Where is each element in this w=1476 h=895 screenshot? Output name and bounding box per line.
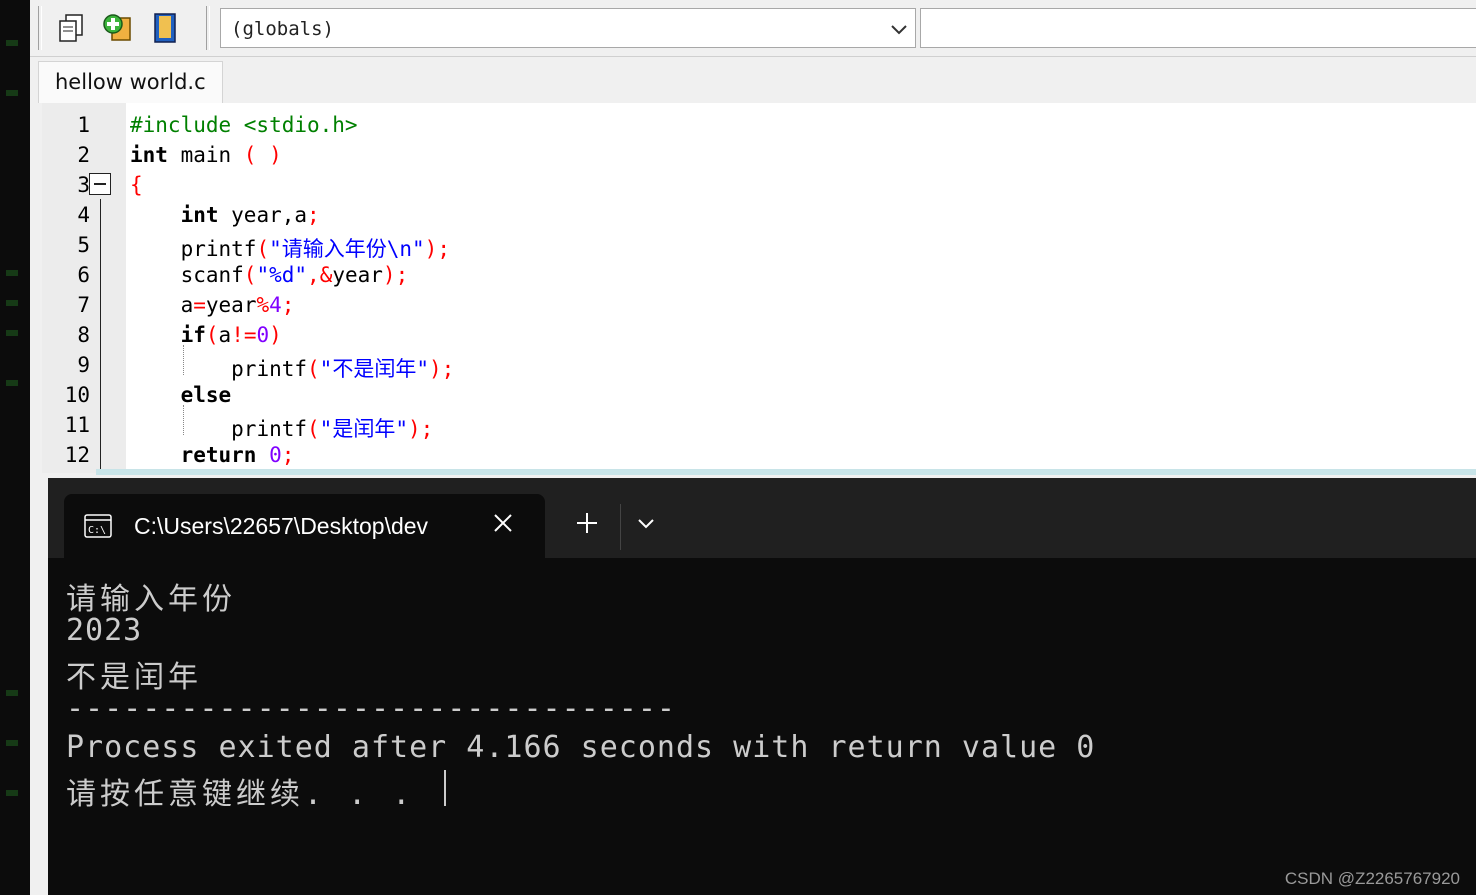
chevron-down-icon[interactable] [889,19,909,39]
output-line: 2023 [66,613,143,648]
line-number: 9 [77,353,90,377]
line-number-gutter: 1 2 3 4 5 6 7 8 9 10 11 12 [42,103,126,473]
add-file-icon[interactable] [102,12,132,44]
code-line: int main ( ) [130,143,282,167]
line-number: 5 [77,233,90,257]
line-number: 10 [64,383,90,407]
output-line: 不是闰年 [66,660,202,695]
code-line: int year,a; [180,203,320,227]
output-line: -------------------------------- [66,691,676,726]
close-icon[interactable] [492,512,514,534]
code-editor[interactable]: 1 2 3 4 5 6 7 8 9 10 11 12 #include <std… [42,103,1476,473]
new-tab-icon[interactable] [576,512,598,534]
line-number: 11 [64,413,90,437]
terminal-output[interactable]: 请输入年份 2023 不是闰年 ------------------------… [48,558,1476,895]
copy-icon[interactable] [56,12,86,44]
line-number: 4 [77,203,90,227]
members-dropdown[interactable] [920,8,1476,48]
current-line-highlight [96,469,1476,475]
bookmark-icon[interactable] [150,12,180,44]
code-line: else [180,383,232,407]
toolbar-separator [206,6,210,50]
text-cursor [444,770,446,806]
code-line: scanf("%d",&year); [180,263,409,287]
svg-text:C:\: C:\ [88,525,106,536]
toolbar: (globals) [30,0,1476,57]
line-number: 12 [64,443,90,467]
output-line: 请按任意键继续. . . [66,777,415,812]
line-number: 8 [77,323,90,347]
code-line: a=year%4; [180,293,295,317]
code-line: if(a!=0) [180,323,282,347]
code-line: return 0; [180,443,295,467]
background-window-strip [0,0,30,895]
terminal-title: C:\Users\22657\Desktop\dev [134,513,429,539]
output-line: 请输入年份 [66,582,236,617]
editor-tabbar: hellow world.c [30,57,1476,103]
code-line: printf("是闰年"); [231,417,434,441]
code-line: #include <stdio.h> [130,113,358,137]
line-number: 2 [77,143,90,167]
code-line: { [130,173,143,197]
terminal-window: C:\ C:\Users\22657\Desktop\dev 请输入年份 202… [48,478,1476,895]
terminal-tabbar: C:\ C:\Users\22657\Desktop\dev [48,478,1476,558]
chevron-down-icon[interactable] [636,516,656,530]
line-number: 1 [77,113,90,137]
toolbar-separator [38,6,42,50]
console-icon: C:\ [84,514,112,538]
collapse-icon[interactable] [89,173,111,195]
tab-hellow-world[interactable]: hellow world.c [38,61,223,103]
code-line: printf("请输入年份\n"); [180,237,450,261]
line-number: 3 [77,173,90,197]
output-line: Process exited after 4.166 seconds with … [66,730,1096,765]
globals-dropdown[interactable]: (globals) [220,8,916,48]
tab-separator [620,504,621,550]
code-line: printf("不是闰年"); [231,357,455,381]
line-number: 7 [77,293,90,317]
line-number: 6 [77,263,90,287]
terminal-tab[interactable]: C:\ C:\Users\22657\Desktop\dev [64,494,545,558]
watermark: CSDN @Z2265767920 [1284,869,1460,888]
globals-value: (globals) [231,18,334,40]
fold-line [100,199,101,473]
